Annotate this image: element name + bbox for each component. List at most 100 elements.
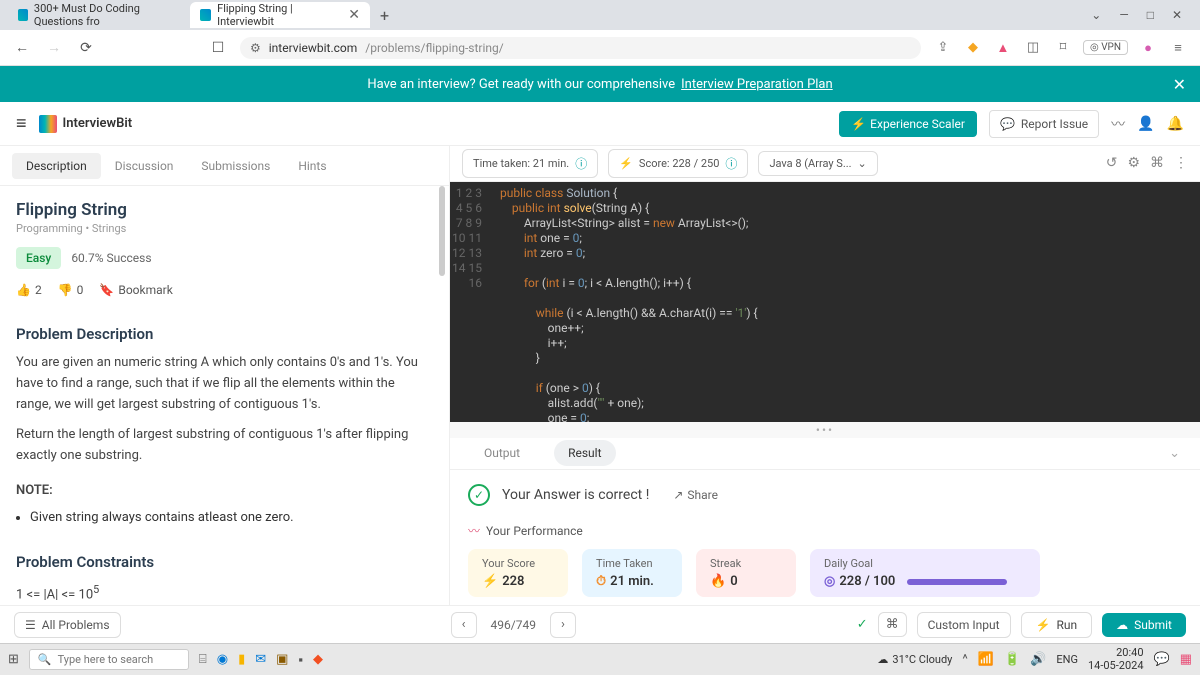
target-icon: ◎	[824, 574, 835, 589]
profile-icon[interactable]: ●	[1138, 40, 1158, 56]
resize-handle[interactable]: •••	[450, 422, 1200, 438]
problem-counter: 496/749	[491, 618, 536, 632]
vpn-badge[interactable]: ◎ VPN	[1083, 40, 1128, 55]
bolt-icon: ⚡	[619, 157, 633, 170]
bolt-icon: ⚡	[1036, 618, 1051, 632]
all-problems-button[interactable]: ☰ All Problems	[14, 612, 121, 638]
chat-icon: 💬	[1000, 117, 1015, 131]
browser-tab-active[interactable]: Flipping String | Interviewbit ✕	[190, 2, 370, 28]
start-icon[interactable]: ⊞	[8, 652, 19, 667]
submit-button[interactable]: ☁Submit	[1102, 613, 1186, 637]
performance-title: 〰 Your Performance	[468, 522, 1182, 539]
share-icon[interactable]: ⇪	[933, 40, 953, 55]
custom-input-button[interactable]: Custom Input	[917, 612, 1011, 638]
code-editor[interactable]: 1 2 3 4 5 6 7 8 9 10 11 12 13 14 15 16 p…	[450, 182, 1200, 422]
shield-icon[interactable]: ▲	[993, 40, 1013, 56]
tab-description[interactable]: Description	[12, 153, 101, 179]
clock[interactable]: 20:40 14-05-2024	[1088, 647, 1144, 671]
keyboard-lang[interactable]: ENG	[1056, 653, 1078, 666]
notifications-icon[interactable]: 💬	[1154, 652, 1170, 667]
tab-title: 300+ Must Do Coding Questions fro	[34, 2, 178, 28]
wallet-icon[interactable]: ⌑	[1053, 40, 1073, 55]
forward-button[interactable]: →	[44, 38, 64, 58]
menu-icon[interactable]: ≡	[1168, 40, 1188, 56]
app-icon[interactable]: ✉	[255, 652, 266, 667]
back-button[interactable]: ←	[12, 38, 32, 58]
os-search-input[interactable]: 🔍 Type here to search	[29, 649, 189, 670]
battery-icon[interactable]: 🔋	[1004, 652, 1020, 667]
app-icon[interactable]: ▪	[298, 652, 303, 668]
reset-icon[interactable]: ↺	[1106, 155, 1118, 171]
new-tab-button[interactable]: +	[372, 6, 397, 25]
bookmark-icon[interactable]: ☐	[208, 38, 228, 58]
url-host: interviewbit.com	[269, 41, 358, 55]
info-icon[interactable]: ⓘ	[575, 155, 587, 172]
bell-icon[interactable]: 🔔	[1167, 116, 1184, 132]
tab-hints[interactable]: Hints	[284, 153, 340, 179]
window-chevron-icon[interactable]: ⌄	[1091, 8, 1101, 22]
description-text: Return the length of largest substring o…	[16, 425, 433, 467]
scrollbar[interactable]	[439, 186, 445, 605]
tray-icon[interactable]: ▦	[1180, 652, 1192, 667]
window-controls: ⌄ — □ ✕	[1091, 8, 1192, 22]
footer-bar: ☰ All Problems ‹ 496/749 › ✓ ⌘ Custom In…	[0, 605, 1200, 643]
chevron-up-icon[interactable]: ^	[962, 652, 967, 667]
next-problem-button[interactable]: ›	[550, 612, 576, 638]
prev-problem-button[interactable]: ‹	[451, 612, 477, 638]
info-icon[interactable]: ⓘ	[725, 155, 737, 172]
tab-output[interactable]: Output	[470, 440, 534, 466]
close-banner-button[interactable]: ✕	[1173, 75, 1186, 94]
rewards-icon[interactable]: ◆	[963, 40, 983, 55]
time-taken-pill: Time taken: 21 min.ⓘ	[462, 149, 598, 178]
logo-mark-icon	[39, 115, 57, 133]
result-body: ✓ Your Answer is correct ! ↗ Share 〰 You…	[450, 470, 1200, 605]
note-label: NOTE:	[16, 481, 433, 502]
share-button[interactable]: ↗ Share	[673, 488, 718, 502]
weather-widget[interactable]: ☁ 31°C Cloudy	[877, 653, 952, 666]
problem-title: Flipping String	[16, 200, 433, 220]
close-tab-icon[interactable]: ✕	[348, 7, 360, 23]
experience-scaler-button[interactable]: ⚡ Experience Scaler	[839, 111, 977, 137]
site-logo[interactable]: InterviewBit	[39, 115, 133, 133]
user-icon[interactable]: 👤	[1137, 116, 1154, 132]
downvote-button[interactable]: 👎 0	[58, 283, 84, 297]
more-icon[interactable]: ⋮	[1174, 155, 1188, 171]
taskview-icon[interactable]: ⌸	[199, 652, 207, 667]
browser-tab[interactable]: 300+ Must Do Coding Questions fro	[8, 2, 188, 28]
reload-button[interactable]: ⟳	[76, 38, 96, 58]
app-icon[interactable]: ▮	[238, 652, 245, 667]
run-button[interactable]: ⚡Run	[1021, 612, 1093, 638]
window-max-icon[interactable]: □	[1147, 8, 1154, 22]
activity-icon[interactable]: 〰	[1111, 114, 1125, 134]
check-circle-icon: ✓	[468, 484, 490, 506]
main-content: Description Discussion Submissions Hints…	[0, 146, 1200, 605]
app-icon[interactable]: ▣	[276, 652, 288, 667]
hamburger-icon[interactable]: ≡	[16, 113, 27, 134]
site-settings-icon[interactable]: ⚙	[250, 41, 261, 55]
language-select[interactable]: Java 8 (Array S...⌄	[758, 151, 877, 176]
upvote-button[interactable]: 👍 2	[16, 283, 42, 297]
sound-icon[interactable]: 🔊	[1030, 652, 1046, 667]
window-min-icon[interactable]: —	[1119, 8, 1128, 22]
wifi-icon[interactable]: 📶	[978, 652, 994, 667]
report-issue-button[interactable]: 💬 Report Issue	[989, 110, 1099, 138]
shortcut-icon[interactable]: ⌘	[1150, 155, 1164, 171]
tab-discussion[interactable]: Discussion	[101, 153, 188, 179]
status-check-icon: ✓	[857, 617, 868, 632]
console-icon[interactable]: ⌘	[878, 612, 907, 637]
banner-link[interactable]: Interview Preparation Plan	[681, 77, 833, 92]
bookmark-button[interactable]: 🔖 Bookmark	[99, 283, 172, 297]
app-icon[interactable]: ◆	[313, 652, 323, 667]
banner-text: Have an interview? Get ready with our co…	[367, 77, 675, 92]
streak-card: Streak 🔥0	[696, 549, 796, 597]
tab-submissions[interactable]: Submissions	[187, 153, 284, 179]
window-close-icon[interactable]: ✕	[1172, 8, 1182, 22]
chevron-down-icon[interactable]: ⌄	[1169, 446, 1180, 461]
line-gutter: 1 2 3 4 5 6 7 8 9 10 11 12 13 14 15 16	[450, 182, 490, 422]
upload-icon: ☁	[1116, 618, 1128, 632]
sidebar-icon[interactable]: ◫	[1023, 40, 1043, 55]
app-icon[interactable]: ◉	[217, 652, 228, 667]
url-input[interactable]: ⚙ interviewbit.com/problems/flipping-str…	[240, 37, 921, 59]
tab-result[interactable]: Result	[554, 440, 615, 466]
settings-icon[interactable]: ⚙	[1127, 155, 1140, 171]
